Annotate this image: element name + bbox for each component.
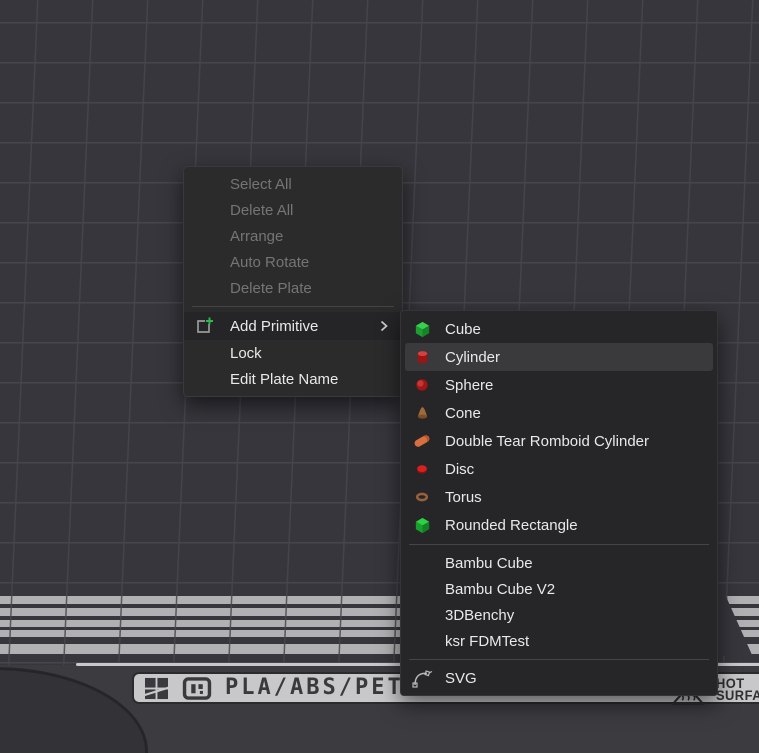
submenu-item-romboid-cylinder[interactable]: Double Tear Romboid Cylinder [401, 427, 717, 455]
slicer-3d-viewport[interactable]: PLA/ABS/PETG HOT SURFACE Select All Dele… [0, 0, 759, 753]
submenu-item-sphere[interactable]: Sphere [401, 371, 717, 399]
submenu-item-disc[interactable]: Disc [401, 455, 717, 483]
menu-item-select-all: Select All [184, 171, 402, 197]
menu-item-arrange: Arrange [184, 223, 402, 249]
disc-icon [411, 461, 433, 477]
plate-number-icon [182, 677, 212, 700]
menu-item-lock[interactable]: Lock [184, 340, 402, 366]
menu-item-label: Arrange [230, 228, 283, 245]
hot-surface-warning-line2: SURFACE [716, 689, 759, 701]
plate-material-label: PLA/ABS/PETG [225, 675, 420, 701]
context-menu: Select All Delete All Arrange Auto Rotat… [183, 166, 403, 397]
menu-item-label: Delete Plate [230, 280, 312, 297]
submenu-item-label: Disc [445, 461, 474, 478]
menu-item-label: Lock [230, 345, 262, 362]
submenu-item-label: Bambu Cube V2 [445, 581, 555, 598]
add-primitive-submenu: Cube Cylinder Sphere [400, 310, 718, 696]
sphere-icon [411, 377, 433, 393]
menu-item-edit-plate-name[interactable]: Edit Plate Name [184, 366, 402, 392]
submenu-item-label: Torus [445, 489, 482, 506]
submenu-item-label: Rounded Rectangle [445, 517, 578, 534]
rounded-rectangle-icon [411, 516, 433, 535]
chevron-right-icon [380, 320, 388, 332]
submenu-item-label: Sphere [445, 377, 493, 394]
menu-item-label: Edit Plate Name [230, 371, 338, 388]
menu-item-delete-plate: Delete Plate [184, 275, 402, 301]
cube-icon [411, 320, 433, 339]
submenu-item-bambu-cube-v2[interactable]: Bambu Cube V2 [401, 576, 717, 602]
submenu-item-label: SVG [445, 670, 477, 687]
menu-item-label: Add Primitive [230, 318, 318, 335]
submenu-separator [409, 659, 709, 660]
menu-item-delete-all: Delete All [184, 197, 402, 223]
menu-separator [192, 306, 394, 307]
submenu-item-ksr-fdmtest[interactable]: ksr FDMTest [401, 628, 717, 654]
menu-item-label: Select All [230, 176, 292, 193]
submenu-item-3dbenchy[interactable]: 3DBenchy [401, 602, 717, 628]
submenu-item-rounded-rectangle[interactable]: Rounded Rectangle [401, 511, 717, 539]
submenu-item-cube[interactable]: Cube [401, 315, 717, 343]
submenu-item-label: 3DBenchy [445, 607, 514, 624]
submenu-item-label: Cone [445, 405, 481, 422]
bezier-curve-icon [411, 667, 433, 689]
submenu-item-label: Cylinder [445, 349, 500, 366]
cylinder-icon [411, 348, 433, 367]
menu-item-add-primitive[interactable]: Add Primitive [184, 312, 402, 340]
submenu-item-label: Cube [445, 321, 481, 338]
menu-item-label: Delete All [230, 202, 293, 219]
add-primitive-icon [193, 315, 215, 337]
cone-icon [411, 405, 433, 422]
submenu-item-cone[interactable]: Cone [401, 399, 717, 427]
submenu-item-svg[interactable]: SVG [401, 665, 717, 691]
submenu-item-label: Double Tear Romboid Cylinder [445, 433, 649, 450]
menu-item-label: Auto Rotate [230, 254, 309, 271]
submenu-separator [409, 544, 709, 545]
submenu-item-label: ksr FDMTest [445, 633, 529, 650]
submenu-item-cylinder[interactable]: Cylinder [405, 343, 713, 371]
submenu-item-bambu-cube[interactable]: Bambu Cube [401, 550, 717, 576]
bambu-logo-icon [144, 677, 169, 700]
romboid-cylinder-icon [411, 431, 433, 451]
menu-item-auto-rotate: Auto Rotate [184, 249, 402, 275]
submenu-item-torus[interactable]: Torus [401, 483, 717, 511]
submenu-item-label: Bambu Cube [445, 555, 533, 572]
torus-icon [411, 489, 433, 505]
